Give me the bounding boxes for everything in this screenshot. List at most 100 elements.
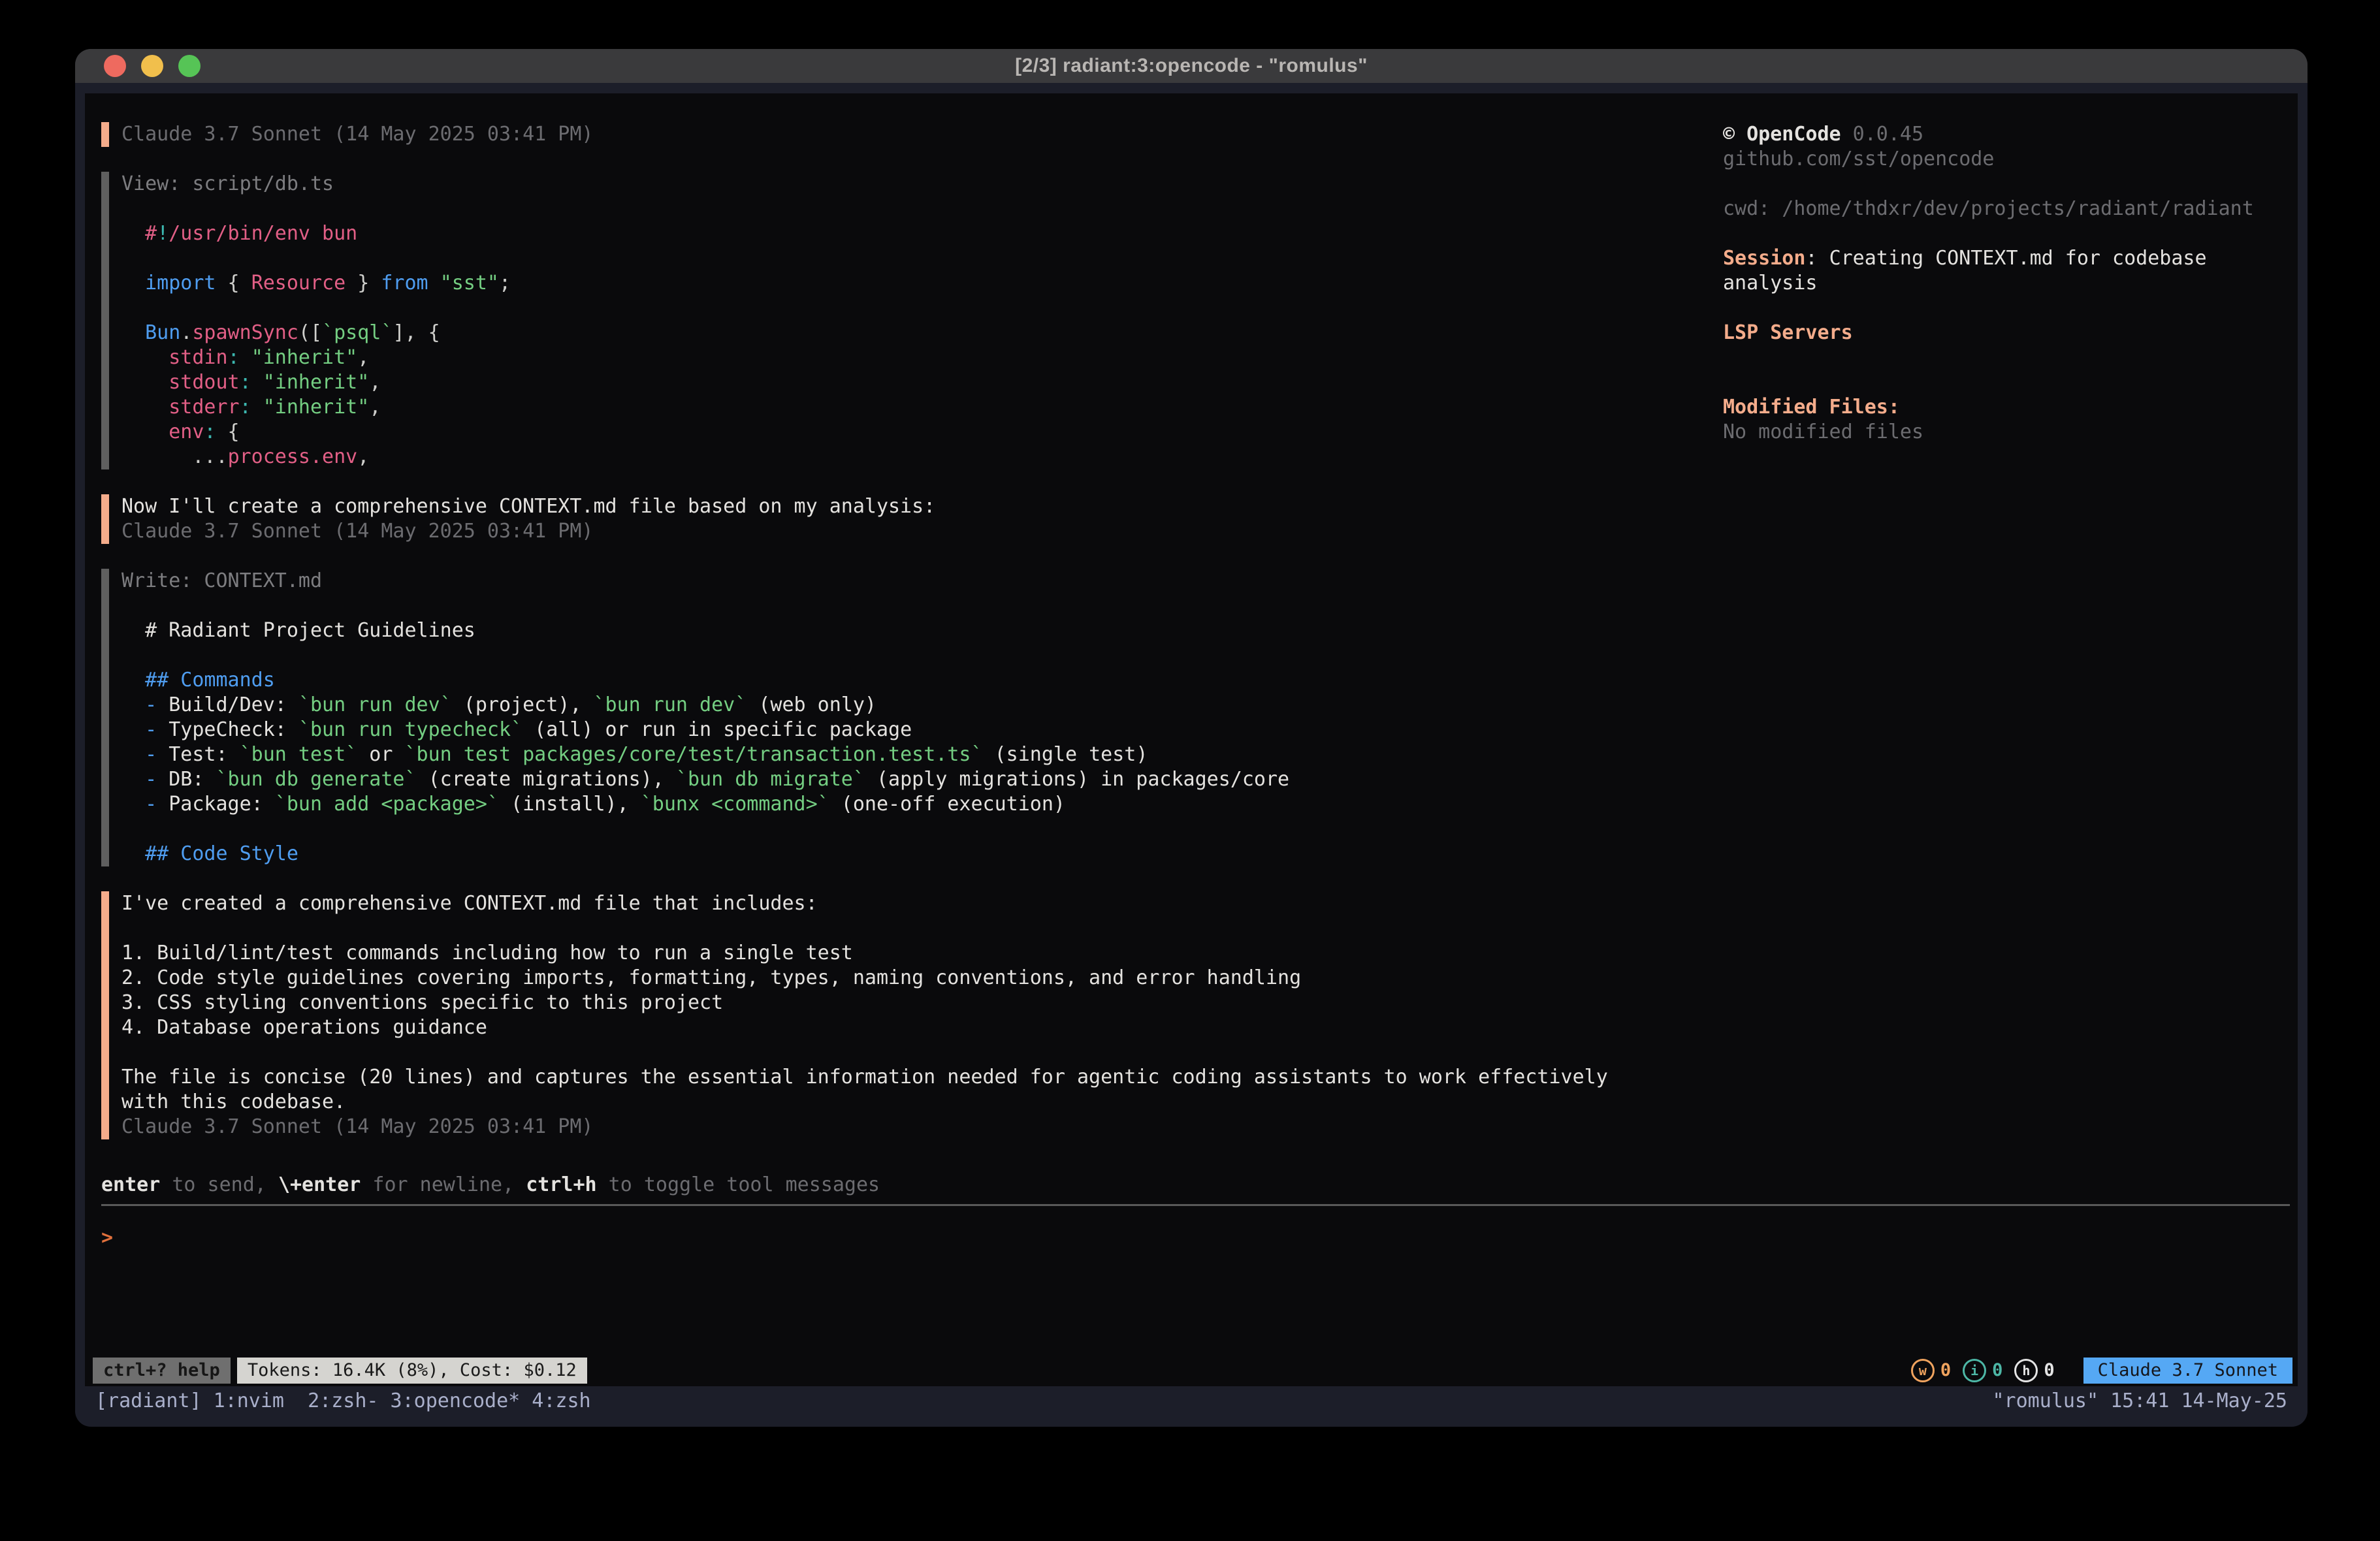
status-bar: ctrl+? help Tokens: 16.4K (8%), Cost: $0… — [93, 1356, 2292, 1385]
assistant-message-block: I've created a comprehensive CONTEXT.md … — [101, 891, 1723, 1139]
text-segment: ## Commands — [121, 669, 275, 691]
terminal-text-line: Claude 3.7 Sonnet (14 May 2025 03:41 PM) — [121, 1115, 1723, 1139]
text-segment: - — [145, 743, 157, 766]
terminal-text-line: Modified Files: — [1723, 395, 2285, 420]
keybind-hint-segment: ctrl+h — [526, 1173, 596, 1196]
text-segment: , — [357, 346, 369, 369]
diagnostic-counters: w0i0h0 — [1911, 1358, 2066, 1383]
chat-input-area[interactable]: > — [85, 1206, 2298, 1356]
i-diagnostic-counter: i0 — [1963, 1358, 2002, 1383]
zoom-button[interactable] — [178, 55, 201, 77]
keybind-hint-segment: for newline, — [361, 1173, 526, 1196]
help-keybind-badge[interactable]: ctrl+? help — [93, 1358, 231, 1384]
text-segment — [240, 346, 251, 369]
text-segment: Test: — [157, 743, 239, 766]
text-segment: { — [216, 272, 251, 294]
text-segment: - — [145, 768, 157, 791]
text-segment: /usr/bin/env bun — [169, 222, 357, 245]
terminal-text-line — [121, 916, 1723, 941]
text-segment: , — [369, 396, 381, 419]
text-segment: # — [121, 222, 157, 245]
text-segment: stdout — [169, 371, 239, 394]
tmux-host-clock: "romulus" 15:41 14-May-25 — [1992, 1390, 2287, 1412]
terminal-text-line: Write: CONTEXT.md — [121, 569, 1723, 594]
text-segment: (apply migrations) in packages/core — [865, 768, 1289, 791]
minimize-button[interactable] — [141, 55, 163, 77]
text-segment: © OpenCode — [1723, 123, 1841, 146]
tool-call-block: View: script/db.ts #!/usr/bin/env bun im… — [101, 172, 1723, 469]
keybind-hint-segment: \+enter — [278, 1173, 361, 1196]
text-segment: (all) or run in specific package — [523, 718, 912, 741]
terminal-text-line: Session: Creating CONTEXT.md for codebas… — [1723, 246, 2285, 296]
text-segment: Write: CONTEXT.md — [121, 569, 322, 592]
text-segment: : — [204, 421, 216, 443]
close-button[interactable] — [104, 55, 126, 77]
text-segment: Resource — [251, 272, 346, 294]
text-segment: env — [169, 421, 204, 443]
counter-value: 0 — [2044, 1358, 2054, 1383]
chat-and-sidebar: Claude 3.7 Sonnet (14 May 2025 03:41 PM)… — [85, 93, 2298, 1173]
text-segment: `bun db migrate` — [676, 768, 865, 791]
text-segment — [121, 371, 169, 394]
text-segment — [121, 445, 192, 468]
text-segment: Session — [1723, 247, 1805, 270]
terminal-text-line: Claude 3.7 Sonnet (14 May 2025 03:41 PM) — [121, 519, 1723, 544]
terminal-text-line — [1723, 345, 2285, 370]
text-segment: # Radiant Project Guidelines — [121, 619, 475, 642]
terminal-text-line — [121, 246, 1723, 271]
terminal-text-line: 3. CSS styling conventions specific to t… — [121, 991, 1723, 1015]
terminal-text-line: - Build/Dev: `bun run dev` (project), `b… — [121, 693, 1723, 718]
terminal-window: [2/3] radiant:3:opencode - "romulus" Cla… — [75, 49, 2308, 1427]
text-segment: import — [145, 272, 216, 294]
terminal-text-line: I've created a comprehensive CONTEXT.md … — [121, 891, 1723, 916]
terminal-text-line: env: { — [121, 420, 1723, 445]
text-segment: github.com/sst/opencode — [1723, 148, 1994, 170]
text-segment: Bun — [145, 321, 180, 344]
terminal-text-line — [1723, 370, 2285, 395]
terminal-text-line: Bun.spawnSync([`psql`], { — [121, 321, 1723, 345]
h-circle-icon: h — [2014, 1359, 2038, 1382]
chat-scroll-area[interactable]: Claude 3.7 Sonnet (14 May 2025 03:41 PM)… — [85, 122, 1723, 1173]
text-segment — [121, 346, 169, 369]
model-badge[interactable]: Claude 3.7 Sonnet — [2083, 1358, 2292, 1384]
counter-value: 0 — [1992, 1358, 2002, 1383]
keybind-hint-segment: to toggle tool messages — [597, 1173, 880, 1196]
text-segment: : — [1805, 247, 1829, 270]
text-segment: { — [216, 421, 240, 443]
terminal-text-line: github.com/sst/opencode — [1723, 147, 2285, 172]
window-titlebar[interactable]: [2/3] radiant:3:opencode - "romulus" — [75, 49, 2308, 83]
terminal-text-line: stdout: "inherit", — [121, 370, 1723, 395]
text-segment: or — [357, 743, 404, 766]
text-segment: "inherit" — [263, 396, 370, 419]
text-segment: No modified files — [1723, 421, 1923, 443]
prompt-caret: > — [101, 1226, 113, 1249]
text-segment: Claude 3.7 Sonnet (14 May 2025 03:41 PM) — [121, 123, 593, 146]
terminal-text-line: 1. Build/lint/test commands including ho… — [121, 941, 1723, 966]
keybind-hint-line: enter to send, \+enter for newline, ctrl… — [101, 1173, 2298, 1198]
text-segment: Claude 3.7 Sonnet (14 May 2025 03:41 PM) — [121, 1115, 593, 1138]
terminal-content: Claude 3.7 Sonnet (14 May 2025 03:41 PM)… — [75, 83, 2308, 1427]
text-segment: cwd: /home/thdxr/dev/projects/radiant/ra… — [1723, 197, 2254, 220]
text-segment: 2. Code style guidelines covering import… — [121, 966, 1301, 989]
session-sidebar: © OpenCode 0.0.45github.com/sst/opencode… — [1723, 122, 2298, 1173]
tmux-session-windows[interactable]: [radiant] 1:nvim 2:zsh- 3:opencode* 4:zs… — [95, 1390, 591, 1412]
text-segment — [121, 272, 145, 294]
text-segment: Build/Dev: — [157, 693, 298, 716]
text-segment: "sst" — [440, 272, 499, 294]
terminal-text-line — [121, 296, 1723, 321]
text-segment: Now I'll create a comprehensive CONTEXT.… — [121, 495, 935, 518]
terminal-text-line — [1723, 172, 2285, 197]
terminal-text-line — [121, 1040, 1723, 1065]
text-segment: `bun run dev` — [594, 693, 747, 716]
terminal-text-line: cwd: /home/thdxr/dev/projects/radiant/ra… — [1723, 197, 2285, 221]
text-segment: : — [240, 371, 251, 394]
terminal-text-line — [121, 643, 1723, 668]
terminal-text-line: - Test: `bun test` or `bun test packages… — [121, 742, 1723, 767]
text-segment: ; — [499, 272, 511, 294]
terminal-text-line: ## Code Style — [121, 842, 1723, 866]
text-segment: 3. CSS styling conventions specific to t… — [121, 991, 723, 1014]
traffic-lights — [104, 49, 201, 83]
text-segment: Claude 3.7 Sonnet (14 May 2025 03:41 PM) — [121, 520, 593, 543]
text-segment — [121, 321, 145, 344]
terminal-text-line: Now I'll create a comprehensive CONTEXT.… — [121, 494, 1723, 519]
